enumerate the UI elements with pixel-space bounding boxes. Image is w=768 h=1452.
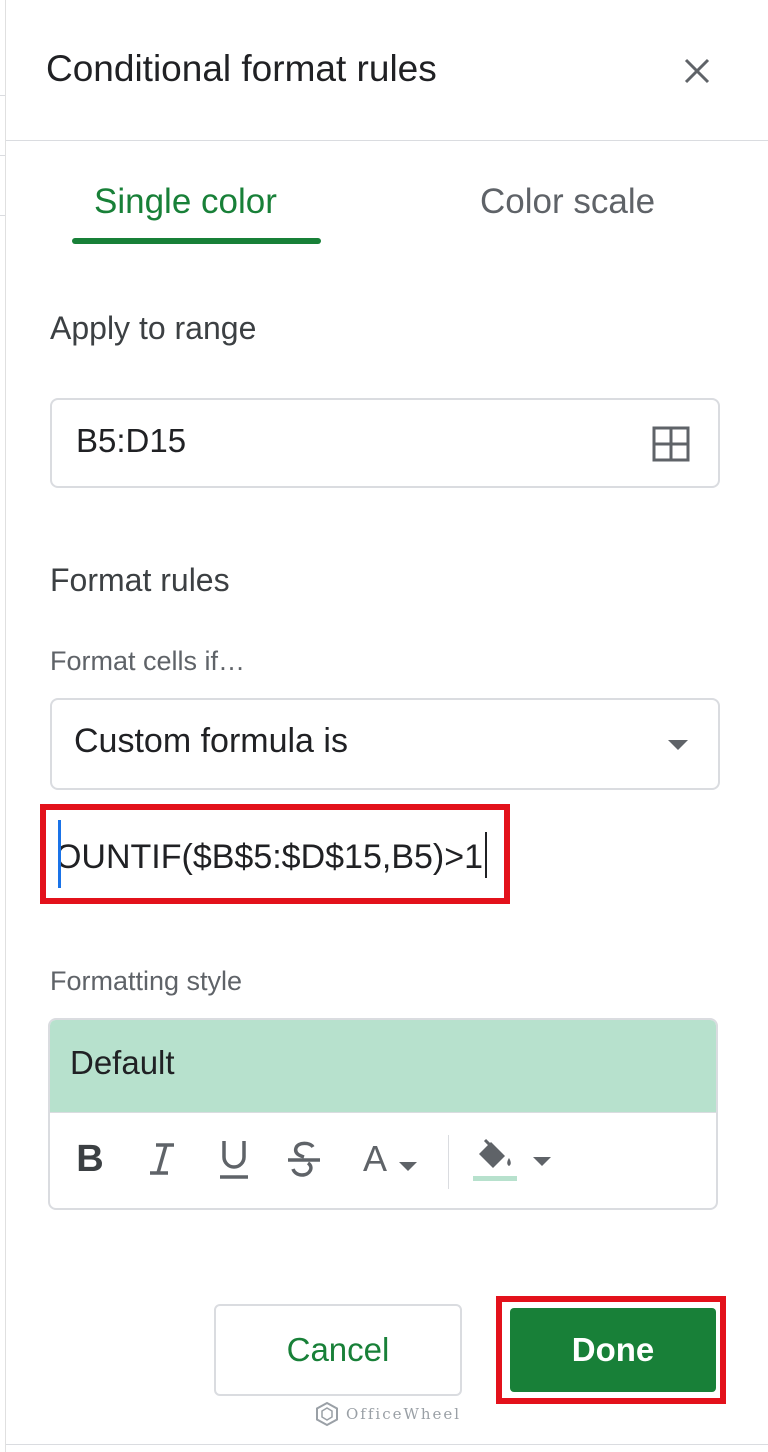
- text-color-button[interactable]: A: [350, 1137, 434, 1181]
- format-rules-heading: Format rules: [50, 562, 230, 598]
- strikethrough-button[interactable]: [282, 1137, 326, 1181]
- watermark-text: OfficeWheel: [346, 1405, 462, 1423]
- sheet-edge: [0, 0, 6, 1452]
- style-preset-dropdown[interactable]: Default: [50, 1020, 716, 1112]
- text-color-icon: A: [362, 1138, 387, 1179]
- sheet-row-line: [0, 95, 5, 96]
- text-cursor: [485, 832, 487, 878]
- sheet-row-line: [0, 215, 5, 216]
- panel-header: Conditional format rules: [6, 0, 768, 141]
- close-icon[interactable]: [674, 48, 720, 94]
- done-highlight-box: Done: [496, 1296, 726, 1404]
- formatting-style-label: Formatting style: [50, 966, 243, 996]
- watermark: OfficeWheel: [314, 1400, 461, 1428]
- select-range-grid-icon[interactable]: [652, 426, 690, 462]
- active-tab-indicator: [72, 238, 321, 244]
- condition-value: Custom formula is: [74, 722, 348, 760]
- range-input[interactable]: B5:D15: [50, 398, 720, 488]
- tab-single-color[interactable]: Single color: [94, 182, 277, 222]
- condition-dropdown[interactable]: Custom formula is: [50, 698, 720, 790]
- italic-icon: [150, 1143, 174, 1175]
- formula-input[interactable]: OUNTIF($B$5:$D$15,B5)>1: [58, 820, 495, 888]
- formatting-style-box: Default B A: [48, 1018, 718, 1210]
- cancel-button[interactable]: Cancel: [214, 1304, 462, 1396]
- panel-title: Conditional format rules: [46, 48, 437, 89]
- dropdown-caret-icon: [668, 740, 688, 750]
- bold-button[interactable]: B: [68, 1137, 112, 1181]
- style-preset-value: Default: [70, 1044, 175, 1081]
- underline-icon: [220, 1141, 248, 1179]
- fill-color-icon: [473, 1138, 517, 1181]
- range-value: B5:D15: [76, 422, 187, 459]
- officewheel-logo-icon: [316, 1401, 338, 1427]
- chevron-down-icon: [399, 1162, 417, 1171]
- panel-bottom-border: [6, 1444, 768, 1445]
- bold-icon: B: [76, 1137, 104, 1180]
- sheet-row-line: [0, 155, 5, 156]
- apply-range-heading: Apply to range: [50, 310, 257, 346]
- style-toolbar: B A: [50, 1112, 716, 1208]
- strikethrough-icon: [288, 1141, 320, 1177]
- format-cells-if-label: Format cells if…: [50, 646, 246, 676]
- toolbar-divider: [448, 1135, 449, 1189]
- chevron-down-icon: [533, 1157, 551, 1166]
- italic-button[interactable]: [140, 1137, 184, 1181]
- fill-color-button[interactable]: [468, 1137, 558, 1181]
- underline-button[interactable]: [212, 1137, 256, 1181]
- formula-highlight-box: OUNTIF($B$5:$D$15,B5)>1: [40, 804, 510, 904]
- tab-color-scale[interactable]: Color scale: [480, 182, 655, 222]
- done-button[interactable]: Done: [510, 1308, 716, 1392]
- formula-value: OUNTIF($B$5:$D$15,B5)>1: [58, 838, 483, 876]
